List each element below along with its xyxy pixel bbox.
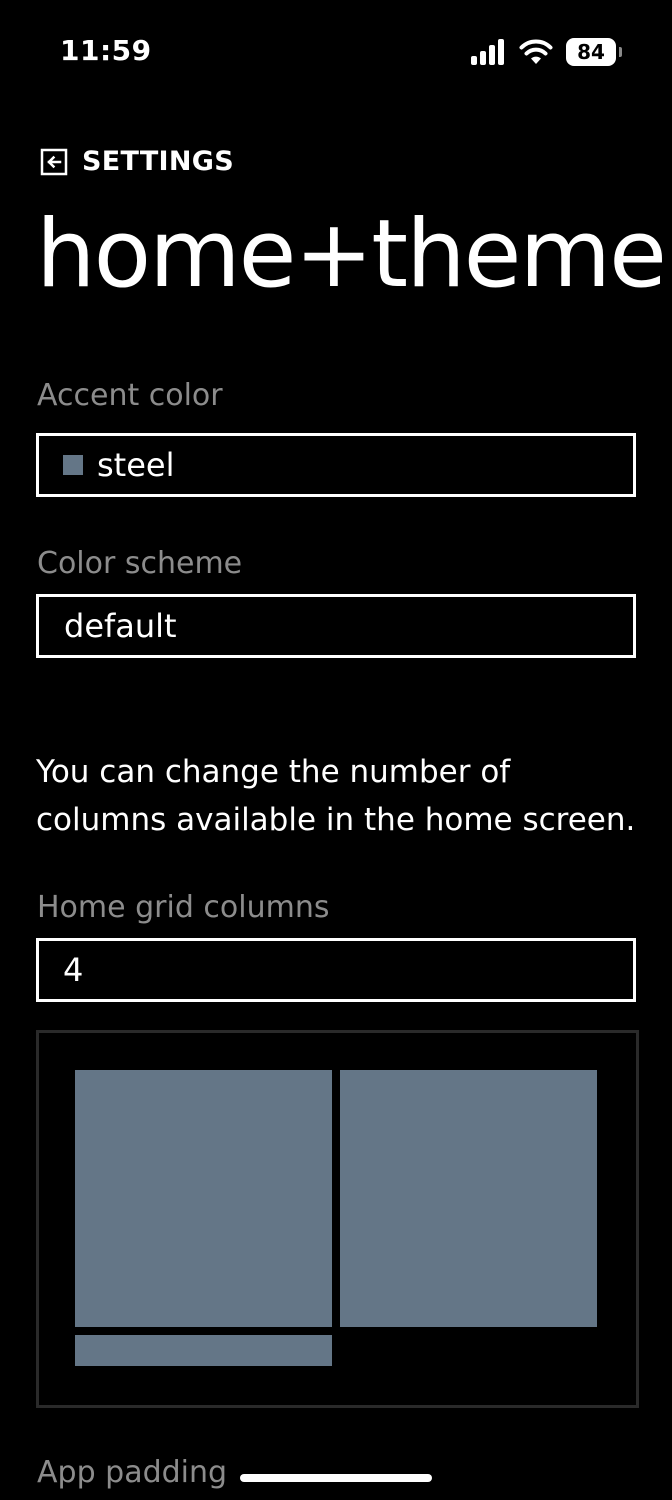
preview-tile <box>75 1335 332 1366</box>
home-grid-preview <box>36 1030 639 1408</box>
home-indicator[interactable] <box>240 1474 432 1482</box>
wifi-icon <box>519 39 553 64</box>
preview-tile <box>75 1070 332 1327</box>
back-arrow-icon <box>40 148 68 175</box>
color-scheme-picker[interactable]: default <box>36 594 636 658</box>
battery-nub <box>619 47 622 57</box>
accent-color-label: Accent color <box>37 378 223 413</box>
preview-tile <box>340 1070 597 1327</box>
back-label: SETTINGS <box>82 146 234 177</box>
grid-description: You can change the number of columns ava… <box>36 754 636 838</box>
grid-columns-value: 4 <box>63 951 84 989</box>
accent-color-picker[interactable]: steel <box>36 433 636 497</box>
back-button[interactable]: SETTINGS <box>40 146 234 177</box>
status-bar: 11:59 84 <box>0 0 672 100</box>
status-time: 11:59 <box>60 34 152 67</box>
color-scheme-value: default <box>64 607 177 645</box>
color-scheme-label: Color scheme <box>37 546 243 581</box>
accent-color-value: steel <box>97 446 175 484</box>
app-padding-label: App padding <box>37 1455 228 1490</box>
grid-columns-label: Home grid columns <box>37 890 330 925</box>
status-icons: 84 <box>470 38 622 66</box>
page-title: home+theme <box>36 200 667 309</box>
signal-icon <box>471 39 504 65</box>
battery-level: 84 <box>577 40 605 64</box>
accent-color-swatch <box>63 455 83 475</box>
grid-columns-picker[interactable]: 4 <box>36 938 636 1002</box>
battery-icon: 84 <box>566 38 622 66</box>
